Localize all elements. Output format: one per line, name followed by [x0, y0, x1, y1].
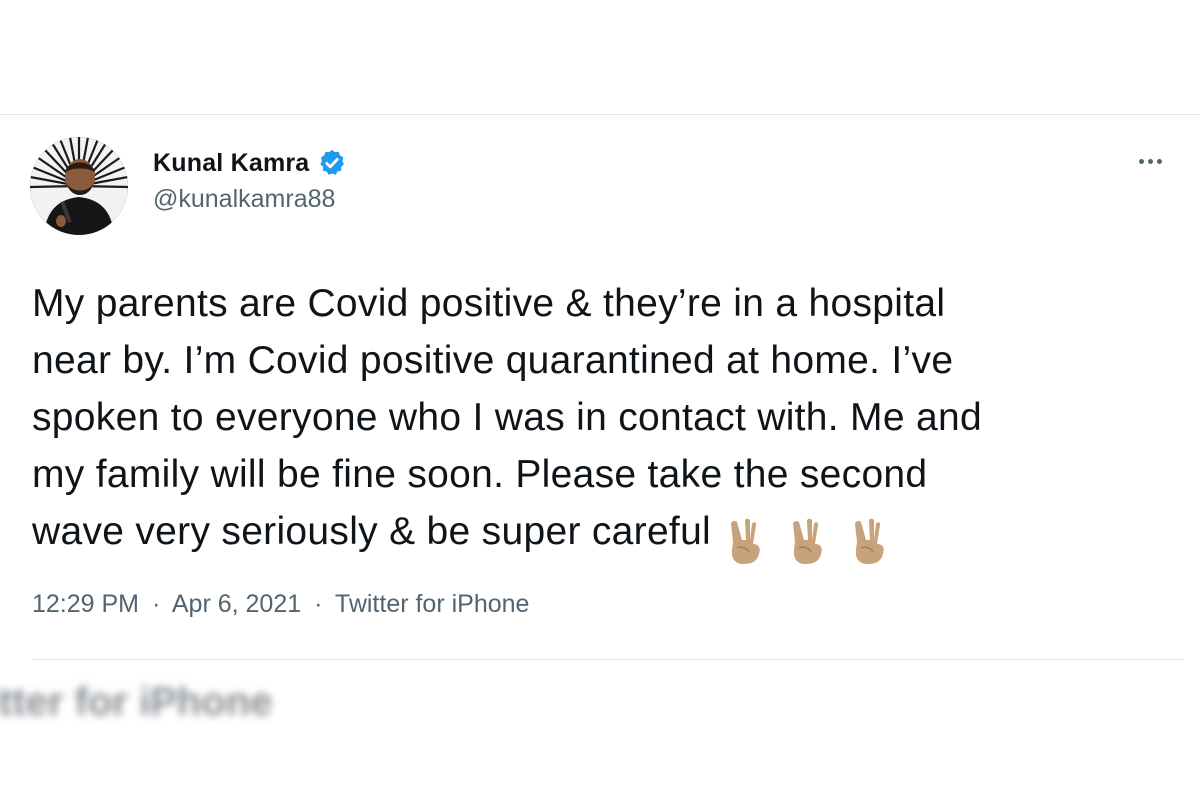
emoji-group	[723, 511, 909, 568]
victory-hand-icon	[855, 518, 884, 564]
dot	[1147, 158, 1153, 164]
tweet-time[interactable]: 12:29 PM	[32, 590, 139, 618]
author-block[interactable]: Kunal Kamra @kunalkamra88	[153, 145, 347, 214]
tweet-text-line-last: wave very seriously & be super careful	[32, 503, 1182, 568]
blurred-footer-text: itter for iPhone	[0, 680, 273, 724]
display-name-row: Kunal Kamra	[153, 145, 347, 181]
tweet-date[interactable]: Apr 6, 2021	[172, 590, 301, 618]
tweet-text-line: spoken to everyone who I was in contact …	[32, 396, 982, 439]
handle[interactable]: @kunalkamra88	[153, 185, 347, 214]
avatar-image	[30, 137, 128, 235]
tweet-metadata: 12:29 PM · Apr 6, 2021 · Twitter for iPh…	[32, 590, 529, 619]
bottom-divider	[32, 659, 1184, 660]
avatar[interactable]	[30, 137, 128, 235]
display-name[interactable]: Kunal Kamra	[153, 149, 309, 178]
tweet-text-line: My parents are Covid positive & they’re …	[32, 282, 946, 325]
separator: ·	[151, 590, 161, 618]
page: Kunal Kamra @kunalkamra88 My parents are…	[0, 0, 1200, 800]
tweet-text-line: wave very seriously & be super careful	[32, 510, 712, 553]
tweet-source[interactable]: Twitter for iPhone	[335, 590, 530, 618]
dot	[1138, 158, 1144, 164]
more-options-icon[interactable]	[1132, 149, 1168, 173]
victory-hand-icon	[731, 518, 760, 564]
tweet-text: My parents are Covid positive & they’re …	[32, 275, 1182, 568]
tweet-text-line: near by. I’m Covid positive quarantined …	[32, 339, 954, 382]
verified-badge-icon	[317, 148, 347, 178]
tweet-card[interactable]: Kunal Kamra @kunalkamra88 My parents are…	[0, 115, 1200, 800]
tweet-text-line: my family will be fine soon. Please take…	[32, 453, 928, 496]
dot	[1156, 158, 1162, 164]
separator: ·	[314, 590, 323, 618]
victory-hand-icon	[793, 518, 822, 564]
